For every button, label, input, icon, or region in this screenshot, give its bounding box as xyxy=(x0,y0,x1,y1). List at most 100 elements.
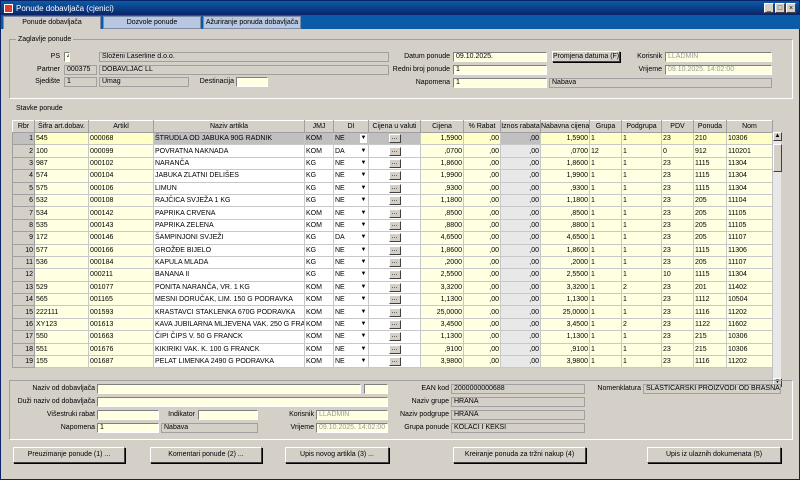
ponuda-cell[interactable]: 205 xyxy=(693,193,727,208)
artikl-cell[interactable]: 000211 xyxy=(88,268,154,282)
di-select[interactable]: NE ▼ xyxy=(333,193,369,208)
artikl-cell[interactable]: 000166 xyxy=(88,243,154,257)
sifra-cell[interactable]: 565 xyxy=(34,293,89,307)
rabat-cell[interactable]: ,00 xyxy=(463,255,501,270)
nom-cell[interactable]: 10306 xyxy=(726,330,773,344)
chevron-down-icon[interactable]: ▼ xyxy=(360,233,367,243)
cijena-u-valuti-cell[interactable]: ... xyxy=(368,317,421,332)
table-row[interactable]: 15 222111 001593 KRASTAVCI STAKLENKA 670G P… xyxy=(12,305,773,319)
ellipsis-button[interactable]: ... xyxy=(388,134,401,144)
pdv-cell[interactable]: 23 xyxy=(661,255,694,270)
jmj-cell[interactable]: KG xyxy=(304,181,334,195)
rabat-cell[interactable]: ,00 xyxy=(463,305,501,319)
rabat-cell[interactable]: ,00 xyxy=(463,317,501,332)
cijena-u-valuti-cell[interactable]: ... xyxy=(368,181,421,195)
cijena-cell[interactable]: 1,8600 xyxy=(420,156,464,171)
naziv-cell[interactable]: ŠAMPINJONI SVJEŽI xyxy=(153,231,305,245)
iznos-cell[interactable]: ,00 xyxy=(500,231,541,245)
tab-ponude-dobavljaca[interactable]: Ponude dobavljača xyxy=(3,16,101,29)
napomena-field[interactable]: 1 xyxy=(453,78,547,88)
jmj-cell[interactable]: KOM xyxy=(304,280,334,295)
podgrupa-cell[interactable]: 1 xyxy=(621,156,662,171)
pdv-cell[interactable]: 23 xyxy=(661,181,694,195)
table-row[interactable]: 2 100 000099 POVRATNA NAKNADA KOM DA ▼... ,0700… xyxy=(12,144,773,158)
nabavna-cell[interactable]: 3,9800 xyxy=(540,355,590,369)
sifra-cell[interactable]: 155 xyxy=(34,355,89,369)
di-select[interactable]: NE ▼ xyxy=(333,181,369,195)
upis-novog-artikla-button[interactable]: Upis novog artikla (3) ... xyxy=(285,447,389,463)
rabat-cell[interactable]: ,00 xyxy=(463,156,501,171)
pdv-cell[interactable]: 10 xyxy=(661,268,694,282)
ponuda-cell[interactable]: 1115 xyxy=(693,156,727,171)
preuzimanje-ponude-button[interactable]: Preuzimanje ponude (1) ... xyxy=(13,447,125,463)
nom-cell[interactable]: 10306 xyxy=(726,131,773,146)
naziv-cell[interactable]: PONITA NARANČA, VR. 1 KG xyxy=(153,280,305,295)
table-row[interactable]: 5 575 000106 LIMUN KG NE ▼... ,9300,00,00,9300 1… xyxy=(12,181,773,195)
cijena-cell[interactable]: ,0700 xyxy=(420,144,464,158)
ponuda-cell[interactable]: 201 xyxy=(693,280,727,295)
naziv-cell[interactable]: GROŽĐE BIJELO xyxy=(153,243,305,257)
cijena-cell[interactable]: 1,1300 xyxy=(420,330,464,344)
nom-cell[interactable]: 11105 xyxy=(726,206,773,220)
naziv-cell[interactable]: POVRATNA NAKNADA xyxy=(153,144,305,158)
sifra-cell[interactable]: 222111 xyxy=(34,305,89,319)
column-header[interactable]: PDV xyxy=(661,120,694,133)
jmj-cell[interactable]: KOM xyxy=(304,317,334,332)
nabavna-cell[interactable]: ,0700 xyxy=(540,144,590,158)
ponuda-cell[interactable]: 1116 xyxy=(693,305,727,319)
rabat-cell[interactable]: ,00 xyxy=(463,206,501,220)
jmj-cell[interactable]: KOM xyxy=(304,144,334,158)
sifra-cell[interactable]: 529 xyxy=(34,280,89,295)
cijena-u-valuti-cell[interactable]: ... xyxy=(368,268,421,282)
cijena-cell[interactable]: 3,9800 xyxy=(420,355,464,369)
artikl-cell[interactable]: 000068 xyxy=(88,131,154,146)
jmj-cell[interactable]: KOM xyxy=(304,218,334,233)
cijena-cell[interactable]: 1,5900 xyxy=(420,131,464,146)
podgrupa-cell[interactable]: 1 xyxy=(621,305,662,319)
nabavna-cell[interactable]: 25,0000 xyxy=(540,305,590,319)
ellipsis-button[interactable]: ... xyxy=(388,282,401,292)
chevron-down-icon[interactable]: ▼ xyxy=(360,320,367,330)
sifra-cell[interactable]: 532 xyxy=(34,193,89,208)
ellipsis-button[interactable]: ... xyxy=(388,307,401,317)
cijena-u-valuti-cell[interactable]: ... xyxy=(368,305,421,319)
grupa-cell[interactable]: 1 xyxy=(589,231,622,245)
detail-napomena-field[interactable]: 1 xyxy=(97,423,159,433)
artikl-cell[interactable]: 001613 xyxy=(88,317,154,332)
rabat-cell[interactable]: ,00 xyxy=(463,293,501,307)
podgrupa-cell[interactable]: 1 xyxy=(621,355,662,369)
di-select[interactable]: NE ▼ xyxy=(333,317,369,332)
grupa-cell[interactable]: 1 xyxy=(589,181,622,195)
tab-dozvole-ponude[interactable]: Dozvole ponude xyxy=(103,16,201,29)
column-header[interactable]: Nom xyxy=(726,120,773,133)
datum-ponude-field[interactable]: 09.10.2025. xyxy=(453,52,547,62)
nom-cell[interactable]: 10504 xyxy=(726,293,773,307)
cijena-cell[interactable]: 3,4500 xyxy=(420,317,464,332)
di-select[interactable]: NE ▼ xyxy=(333,305,369,319)
rabat-cell[interactable]: ,00 xyxy=(463,218,501,233)
nabavna-cell[interactable]: 1,1300 xyxy=(540,330,590,344)
pdv-cell[interactable]: 23 xyxy=(661,342,694,357)
iznos-cell[interactable]: ,00 xyxy=(500,255,541,270)
chevron-down-icon[interactable]: ▼ xyxy=(360,344,367,354)
ponuda-cell[interactable]: 912 xyxy=(693,144,727,158)
ponuda-cell[interactable]: 205 xyxy=(693,206,727,220)
rabat-cell[interactable]: ,00 xyxy=(463,243,501,257)
cijena-u-valuti-cell[interactable]: ... xyxy=(368,156,421,171)
ellipsis-button[interactable]: ... xyxy=(388,357,401,367)
nom-cell[interactable]: 11304 xyxy=(726,156,773,171)
rabat-cell[interactable]: ,00 xyxy=(463,280,501,295)
di-select[interactable]: DA ▼ xyxy=(333,231,369,245)
iznos-cell[interactable]: ,00 xyxy=(500,305,541,319)
duzi-naziv-field[interactable] xyxy=(97,397,388,407)
jmj-cell[interactable]: KG xyxy=(304,169,334,183)
naziv-cell[interactable]: MESNI DORUČAK, LIM. 150 G PODRAVKA xyxy=(153,293,305,307)
ellipsis-button[interactable]: ... xyxy=(388,295,401,305)
artikl-cell[interactable]: 000104 xyxy=(88,169,154,183)
naziv-cell[interactable]: PAPRIKA CRVENA xyxy=(153,206,305,220)
cijena-cell[interactable]: 4,6500 xyxy=(420,231,464,245)
jmj-cell[interactable]: KG xyxy=(304,193,334,208)
rabat-cell[interactable]: ,00 xyxy=(463,268,501,282)
chevron-down-icon[interactable]: ▼ xyxy=(360,158,367,168)
chevron-down-icon[interactable]: ▼ xyxy=(360,270,367,280)
